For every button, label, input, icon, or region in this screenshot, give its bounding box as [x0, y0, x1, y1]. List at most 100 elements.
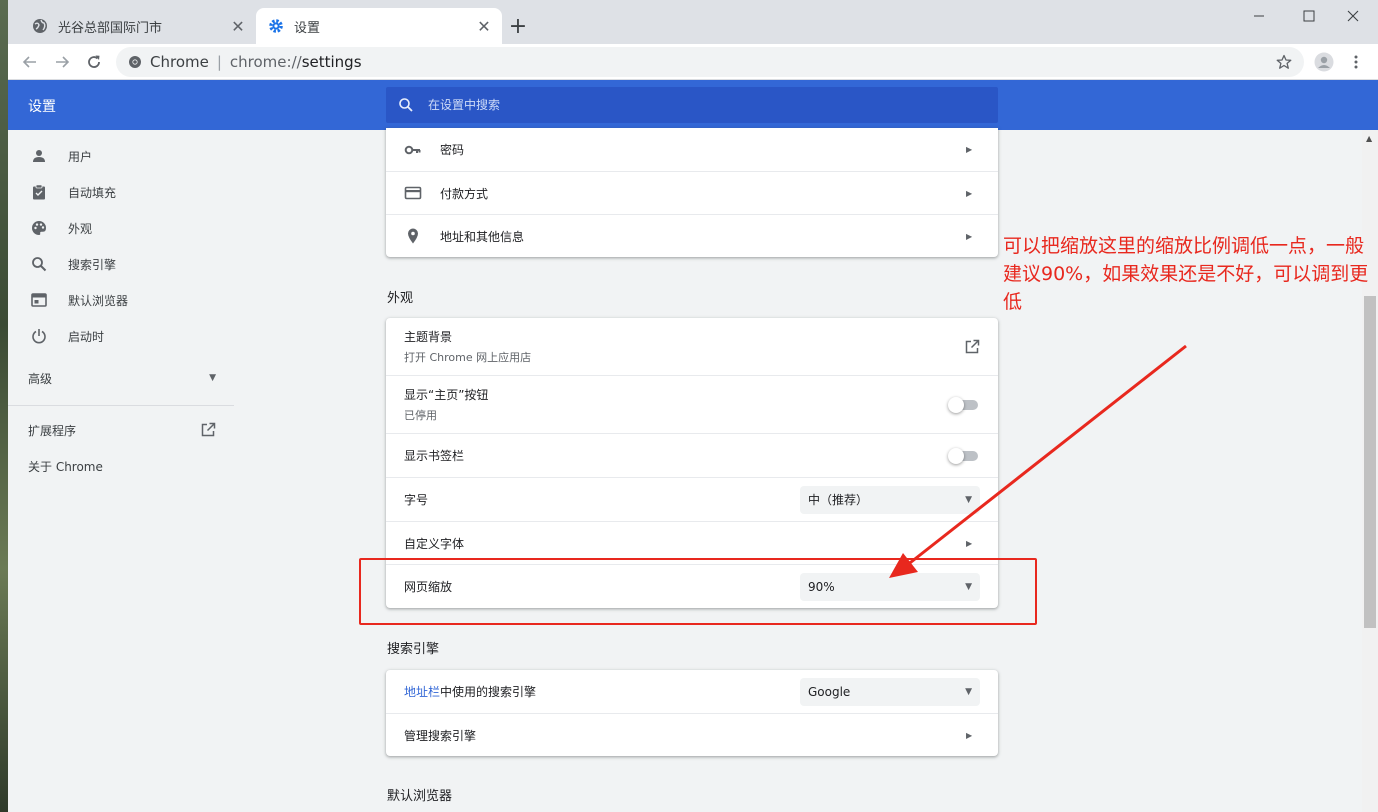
sidebar-item-users[interactable]: 用户 [8, 138, 238, 174]
row-font-size: 字号 中（推荐） ▼ [386, 477, 998, 521]
row-passwords[interactable]: 密码 ▶ [386, 128, 998, 171]
sidebar-divider [8, 405, 234, 406]
sidebar-item-advanced[interactable]: 高级 ▼ [8, 360, 238, 396]
row-search-engine: 地址栏中使用的搜索引擎 Google ▼ [386, 670, 998, 713]
row-home-button: 显示“主页”按钮 已停用 [386, 375, 998, 433]
settings-search-input[interactable] [428, 98, 928, 112]
sidebar-item-about-chrome[interactable]: 关于 Chrome [28, 458, 103, 475]
gear-icon [268, 18, 284, 34]
select-value: Google [808, 684, 851, 699]
globe-icon [32, 18, 48, 34]
omnibox[interactable]: Chrome | chrome:// settings [116, 47, 1304, 77]
sidebar-item-search-engine[interactable]: 搜索引擎 [8, 246, 238, 282]
reload-button[interactable] [82, 50, 106, 74]
annotation-text: 可以把缩放这里的缩放比例调低一点，一般建议90%，如果效果还是不好，可以调到更低 [1003, 235, 1369, 313]
open-in-new-icon [200, 422, 216, 438]
font-size-select[interactable]: 中（推荐） ▼ [800, 485, 980, 514]
row-label: 地址和其他信息 [440, 229, 525, 244]
sidebar-item-label: 外观 [68, 221, 93, 236]
select-value: 中（推荐） [808, 493, 869, 507]
open-in-new-icon[interactable] [964, 339, 980, 355]
chevron-right-icon: ▶ [966, 188, 973, 198]
page-title: 设置 [28, 99, 56, 115]
maximize-button[interactable] [1286, 4, 1332, 28]
sidebar-item-label: 搜索引擎 [68, 257, 117, 272]
section-title-default-browser: 默认浏览器 [387, 789, 453, 804]
tab-guanggu[interactable]: 光谷总部国际门市 ✕ [20, 8, 256, 44]
row-label: 主题背景 [404, 330, 453, 344]
minimize-button[interactable] [1236, 4, 1282, 28]
row-addresses[interactable]: 地址和其他信息 ▶ [386, 214, 998, 257]
sidebar-item-on-startup[interactable]: 启动时 [8, 318, 238, 354]
search-engine-select[interactable]: Google ▼ [800, 677, 980, 706]
sidebar-item-label: 自动填充 [68, 185, 117, 200]
palette-icon [30, 219, 48, 237]
row-label: 显示书签栏 [404, 449, 465, 463]
settings-header: 设置 [8, 80, 1378, 130]
desktop-background-edge [0, 0, 8, 812]
row-label: 密码 [440, 143, 465, 157]
chevron-down-icon: ▼ [965, 494, 972, 505]
section-title-appearance: 外观 [387, 291, 414, 306]
chevron-right-icon: ▶ [966, 231, 973, 241]
profile-avatar-icon[interactable] [1312, 50, 1336, 74]
scroll-up-arrow-icon[interactable]: ▲ [1366, 134, 1372, 143]
tab-label: 设置 [294, 20, 321, 36]
row-manage-search-engines[interactable]: 管理搜索引擎 ▶ [386, 713, 998, 756]
omnibox-chip-label: Chrome [150, 53, 209, 71]
back-button[interactable] [18, 50, 42, 74]
bookmark-star-icon[interactable] [1272, 50, 1296, 74]
bookmarks-bar-toggle[interactable] [948, 446, 978, 466]
clipboard-icon [30, 183, 48, 201]
annotation-highlight-box [359, 558, 1037, 625]
close-tab-icon[interactable]: ✕ [228, 16, 248, 36]
chevron-right-icon: ▶ [966, 730, 973, 740]
search-icon [30, 255, 48, 273]
row-theme[interactable]: 主题背景 打开 Chrome 网上应用店 [386, 318, 998, 375]
home-button-toggle[interactable] [948, 395, 978, 415]
omnibox-separator: | [216, 53, 222, 71]
url-scheme: chrome:// [229, 53, 302, 71]
forward-button[interactable] [50, 50, 74, 74]
close-window-button[interactable] [1330, 4, 1376, 28]
new-tab-button[interactable]: + [506, 14, 530, 39]
sidebar-item-autofill[interactable]: 自动填充 [8, 174, 238, 210]
sidebar-item-appearance[interactable]: 外观 [8, 210, 238, 246]
row-label: 自定义字体 [404, 536, 465, 551]
sidebar-item-extensions[interactable]: 扩展程序 [8, 412, 238, 448]
section-title-search-engine: 搜索引擎 [387, 642, 440, 657]
row-sublabel: 已停用 [404, 409, 437, 422]
sidebar-item-label: 默认浏览器 [68, 293, 129, 308]
sidebar-item-default-browser[interactable]: 默认浏览器 [8, 282, 238, 318]
key-icon [404, 141, 422, 159]
browser-toolbar: Chrome | chrome:// settings [8, 44, 1378, 80]
autofill-card: 密码 ▶ 付款方式 ▶ 地址和其他信息 ▶ [386, 128, 998, 257]
settings-search-box[interactable] [386, 87, 998, 123]
credit-card-icon [404, 184, 422, 202]
person-icon [30, 147, 48, 165]
location-pin-icon [404, 227, 422, 245]
row-bookmarks-bar: 显示书签栏 [386, 433, 998, 477]
row-label: 付款方式 [440, 186, 489, 201]
chevron-right-icon: ▶ [966, 538, 973, 548]
extensions-label: 扩展程序 [28, 423, 77, 438]
chevron-right-icon: ▶ [966, 145, 973, 154]
row-payment-methods[interactable]: 付款方式 ▶ [386, 171, 998, 214]
search-engine-card: 地址栏中使用的搜索引擎 Google ▼ 管理搜索引擎 ▶ [386, 670, 998, 756]
row-label: 显示“主页”按钮 [404, 388, 489, 402]
menu-kebab-icon[interactable] [1344, 50, 1368, 74]
sidebar-item-label: 用户 [68, 149, 93, 164]
row-label: 中使用的搜索引擎 [440, 685, 537, 699]
tab-strip: 光谷总部国际门市 ✕ 设置 ✕ + [8, 0, 1378, 44]
close-tab-icon[interactable]: ✕ [474, 16, 494, 36]
advanced-label: 高级 [28, 371, 53, 386]
sidebar: 用户 自动填充 外观 搜索引擎 默认浏览器 启动时 高级 ▼ 扩展程序 关于 C… [8, 130, 238, 812]
url-host: settings [301, 53, 362, 71]
power-icon [30, 327, 48, 345]
scrollbar-thumb[interactable] [1364, 296, 1376, 628]
tab-label: 光谷总部国际门市 [58, 20, 163, 36]
sidebar-item-label: 启动时 [68, 329, 105, 344]
address-bar-link[interactable]: 地址栏 [404, 685, 440, 699]
tab-settings[interactable]: 设置 ✕ [256, 8, 502, 44]
browser-icon [30, 291, 48, 309]
